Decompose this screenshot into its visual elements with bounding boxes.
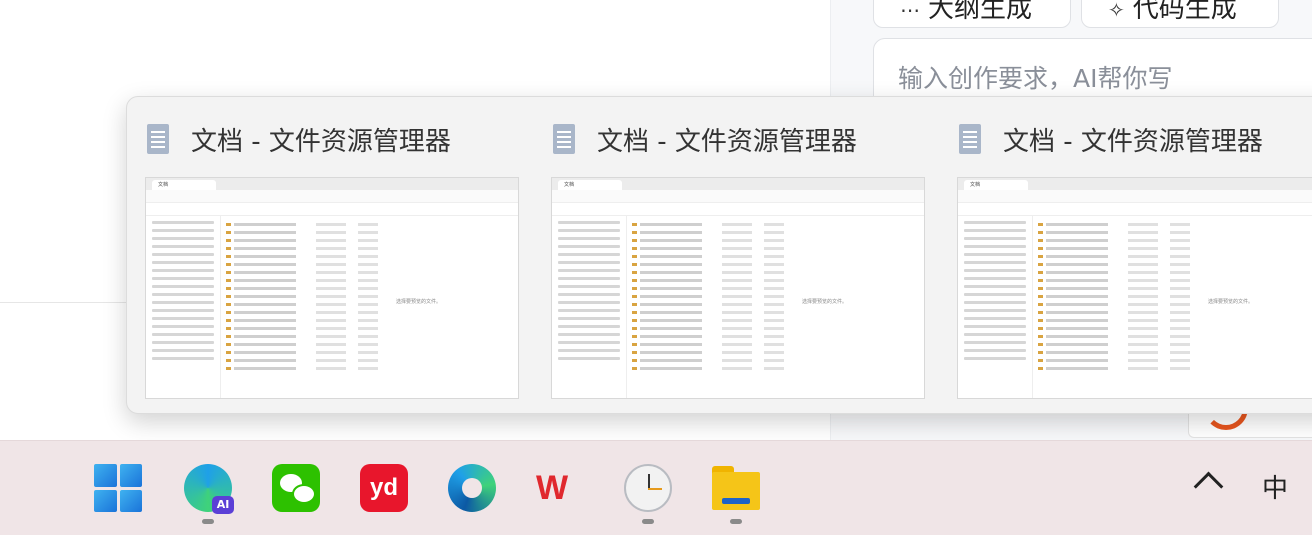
- window-preview: 文档 选择要预览的文件。: [957, 177, 1312, 399]
- window-thumbnail-3[interactable]: 文档 - 文件资源管理器 文档 选择要预览的文件。: [939, 97, 1312, 413]
- outline-generate-button[interactable]: ⋯ 大纲生成: [873, 0, 1071, 28]
- outline-icon: ⋯: [900, 0, 920, 22]
- edge-ai-icon[interactable]: AI: [184, 464, 234, 514]
- running-indicator: [202, 519, 214, 524]
- running-indicator: [730, 519, 742, 524]
- window-thumbnail-2[interactable]: 文档 - 文件资源管理器 文档 选择要预览的文件。: [533, 97, 925, 413]
- divider: [0, 302, 128, 303]
- code-icon: ✧: [1108, 0, 1125, 22]
- thumbnail-title: 文档 - 文件资源管理器: [147, 123, 451, 157]
- document-folder-icon: [959, 124, 981, 154]
- code-generate-button[interactable]: ✧ 代码生成: [1081, 0, 1279, 28]
- windows-logo-icon[interactable]: [94, 464, 142, 512]
- document-folder-icon: [147, 124, 169, 154]
- thumbnail-title: 文档 - 文件资源管理器: [553, 123, 857, 157]
- clock-icon[interactable]: [624, 464, 672, 512]
- edge-icon[interactable]: [448, 464, 496, 512]
- running-indicator: [642, 519, 654, 524]
- folder-icon[interactable]: [712, 466, 760, 510]
- wps-icon[interactable]: W: [536, 464, 584, 512]
- thumbnail-title: 文档 - 文件资源管理器: [959, 123, 1263, 157]
- window-thumbnail-1[interactable]: 文档 - 文件资源管理器 文档 选择要预览的文件。: [127, 97, 519, 413]
- window-preview: 文档 选择要预览的文件。: [551, 177, 925, 399]
- wechat-icon[interactable]: [272, 464, 320, 512]
- input-method-indicator[interactable]: 中: [1262, 468, 1288, 505]
- window-preview: 文档 选择要预览的文件。: [145, 177, 519, 399]
- youdao-icon[interactable]: yd: [360, 464, 408, 512]
- taskbar-thumbnail-popup: 文档 - 文件资源管理器 文档 选择要预览的文件。 文档 - 文件资源管理器 文…: [126, 96, 1312, 414]
- document-folder-icon: [553, 124, 575, 154]
